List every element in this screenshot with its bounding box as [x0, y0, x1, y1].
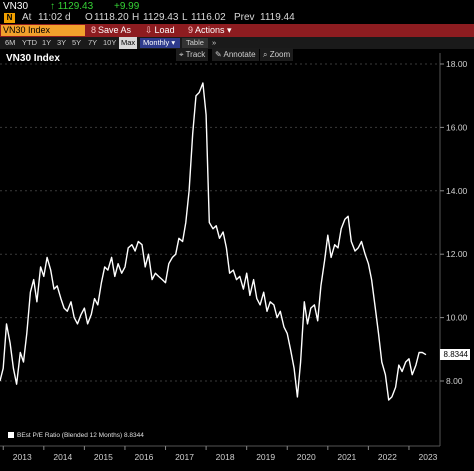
quote-prev-value: 1119.44 — [260, 12, 295, 23]
x-tick-label: 2018 — [216, 452, 235, 462]
y-tick-label: 8.00 — [446, 376, 463, 386]
x-tick-labels: 2013 2014 2015 2016 2017 2018 2019 2020 2021 2022… — [2, 446, 438, 462]
track-label: Track — [185, 50, 206, 59]
y-tick-label: 16.00 — [446, 122, 468, 132]
save-as-label: Save As — [98, 25, 132, 35]
load-button[interactable]: ⇩ Load — [145, 24, 175, 37]
annotate-label: Annotate — [223, 50, 256, 59]
period-dropdown[interactable]: Monthly ▾ — [140, 38, 180, 48]
command-toolbar: VN30 Index 8 Save As ⇩ Load 9 Actions ▾ — [0, 24, 474, 37]
y-tick-label: 10.00 — [446, 313, 468, 323]
quote-open-value: 1118.20 — [94, 12, 129, 23]
track-icon: ⌖ — [179, 50, 186, 59]
save-as-button[interactable]: 8 Save As — [91, 24, 131, 37]
actions-label: Actions — [195, 25, 225, 35]
security-input[interactable]: VN30 Index — [1, 25, 85, 36]
x-tick-label: 2016 — [134, 452, 153, 462]
range-max[interactable]: Max — [119, 37, 138, 49]
track-button[interactable]: ⌖ Track — [176, 48, 209, 61]
actions-hotkey: 9 — [188, 25, 194, 35]
quote-header: VN30 ↑ 1129.43 +9.99 N At 11:02 d O 1118… — [0, 0, 474, 24]
x-tick-label: 2019 — [256, 452, 275, 462]
annotate-button[interactable]: ✎ Annotate — [212, 48, 259, 61]
quote-high-value: 1129.43 — [143, 12, 179, 23]
range-3y[interactable]: 3Y — [55, 37, 68, 49]
y-tick-labels: 18.00 16.00 14.00 12.00 10.00 8.00 — [446, 59, 468, 386]
table-button[interactable]: Table — [182, 38, 208, 48]
news-tag[interactable]: N — [4, 13, 15, 23]
x-tick-label: 2015 — [94, 452, 113, 462]
x-tick-label: 2020 — [297, 452, 316, 462]
legend-text: BEst P/E Ratio (Blended 12 Months) 8.834… — [17, 432, 144, 439]
quote-prev-label: Prev — [234, 12, 255, 23]
x-tick-label: 2021 — [337, 452, 356, 462]
period-label: Monthly — [143, 38, 170, 47]
range-10y[interactable]: 10Y — [101, 37, 118, 49]
y-tick-label: 14.00 — [446, 186, 468, 196]
range-5y[interactable]: 5Y — [70, 37, 83, 49]
y-tick-label: 18.00 — [446, 59, 468, 69]
x-tick-label: 2022 — [378, 452, 397, 462]
last-value-label: 8.8344 — [440, 349, 470, 360]
quote-last-price: ↑ 1129.43 — [50, 1, 94, 12]
quote-low-label: L — [182, 12, 188, 23]
quote-ticker: VN30 — [3, 1, 29, 12]
pe-series-line — [0, 82, 427, 401]
range-1y[interactable]: 1Y — [40, 37, 53, 49]
chevron-down-icon: ▾ — [171, 38, 176, 47]
range-7y[interactable]: 7Y — [86, 37, 99, 49]
x-tick-label: 2013 — [13, 452, 32, 462]
quote-open-label: O — [85, 12, 93, 23]
quote-change: +9.99 — [114, 1, 140, 12]
quote-low-value: 1116.02 — [191, 12, 226, 23]
pe-chart[interactable]: 18.0016.0014.0012.0010.008.00 2013 2014 20… — [0, 49, 474, 471]
legend-swatch — [8, 432, 14, 439]
x-tick-label: 2017 — [175, 452, 194, 462]
chevron-down-icon: ▾ — [227, 25, 232, 35]
range-ytd[interactable]: YTD — [20, 37, 39, 49]
quote-at-value: 11:02 d — [38, 12, 71, 23]
load-icon: ⇩ — [145, 25, 153, 35]
load-label: Load — [154, 25, 175, 35]
actions-button[interactable]: 9 Actions ▾ — [188, 24, 232, 37]
save-as-hotkey: 8 — [91, 25, 97, 35]
zoom-label: Zoom — [269, 50, 291, 59]
zoom-button[interactable]: ⌕ Zoom — [260, 48, 294, 61]
range-6m[interactable]: 6M — [3, 37, 17, 49]
x-tick-label: 2023 — [418, 452, 437, 462]
grid-lines — [0, 63, 444, 382]
zoom-icon: ⌕ — [263, 50, 270, 59]
x-tick-label: 2014 — [53, 452, 72, 462]
y-tick-label: 12.00 — [446, 249, 468, 259]
quote-at-label: At — [22, 12, 32, 23]
chart-title: VN30 Index — [6, 53, 60, 64]
quote-high-label: H — [132, 12, 140, 23]
chart-area: 18.00 16.00 14.00 12.00 10.00 8.00 2013 2014 20… — [0, 48, 474, 471]
chart-legend: BEst P/E Ratio (Blended 12 Months) 8.834… — [8, 432, 144, 439]
